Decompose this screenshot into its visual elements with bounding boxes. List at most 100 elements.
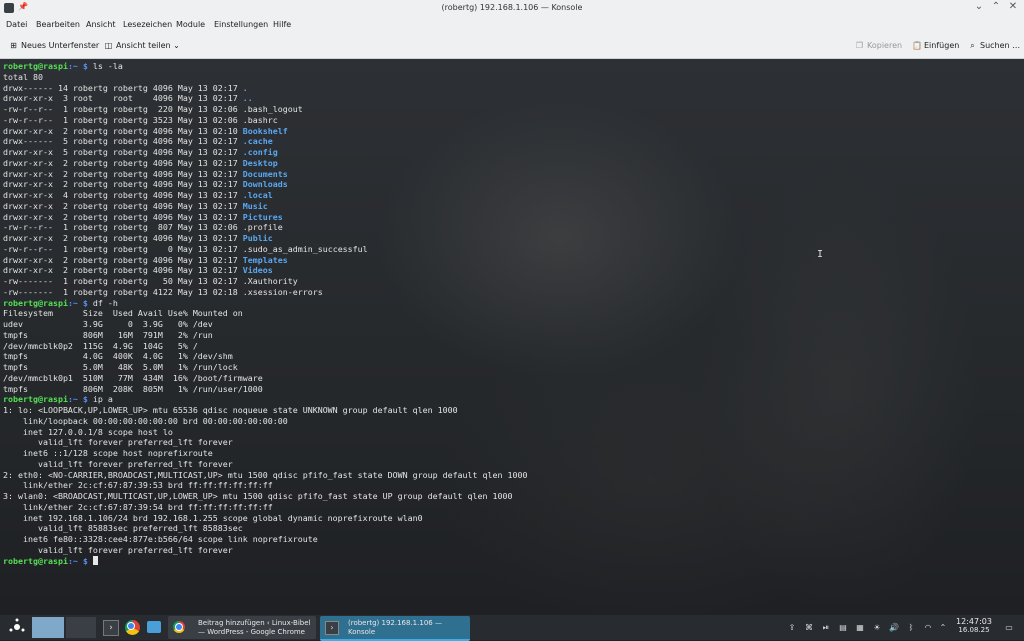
df-line: udev 3.9G 0 3.9G 0% /dev [3, 319, 213, 329]
clock[interactable]: 12:47:03 16.08.25 [950, 617, 998, 634]
bluetooth-icon[interactable]: ᛒ [906, 623, 916, 632]
ls-row-name: .sudo_as_admin_successful [242, 243, 368, 254]
new-tab-button[interactable]: ⊞ Neues Unterfenster [9, 41, 99, 50]
volume-icon[interactable]: 🔊 [889, 623, 899, 632]
ip-line: valid_lft forever preferred_lft forever [3, 458, 233, 469]
ip-line: inet 127.0.0.1/8 scope host lo [3, 426, 173, 437]
split-view-button[interactable]: ◫ Ansicht teilen ⌄ [104, 41, 180, 50]
chrome-launcher[interactable] [124, 617, 140, 638]
ls-row-meta: drwxr-xr-x 3 root root 4096 May 13 02:17 [3, 93, 243, 104]
ls-row-meta: drwxr-xr-x 2 robertg robertg 4096 May 13… [3, 211, 243, 222]
ls-row: drwxr-xr-x 2 robertg robertg 4096 May 13… [3, 233, 273, 243]
ls-row-meta: drwx------ 14 robertg robertg 4096 May 1… [3, 82, 243, 93]
ip-line: inet6 fe80::3328:cee4:877e:b566/64 scope… [3, 534, 318, 544]
df-output: Filesystem Size Used Avail Use% Mounted … [3, 308, 263, 393]
kde-launcher-icon [9, 618, 25, 632]
taskbar: › Beitrag hinzufügen ‹ Linux-Bibel — Wor… [0, 615, 1024, 641]
ls-row-name: Downloads [242, 179, 288, 190]
updates-icon[interactable]: ⇪ [787, 623, 797, 632]
menu-einstellungen[interactable]: Einstellungen [214, 20, 268, 29]
ls-row-name: Videos [242, 265, 273, 276]
ls-row-meta: drwxr-xr-x 2 robertg robertg 4096 May 13… [3, 233, 243, 243]
ls-row: -rw-r--r-- 1 robertg robertg 807 May 13 … [3, 222, 283, 232]
close-icon[interactable]: ✕ [1006, 1, 1020, 12]
chrome-icon [173, 621, 185, 633]
file-manager-launcher[interactable] [146, 617, 162, 638]
clock-time: 12:47:03 [956, 617, 992, 626]
ls-row: drwxr-xr-x 2 robertg robertg 4096 May 13… [3, 179, 288, 189]
ls-row: drwxr-xr-x 5 robertg robertg 4096 May 13… [3, 147, 278, 157]
task-konsole-active[interactable]: › (robertg) 192.168.1.106 — Konsole [320, 616, 470, 641]
terminal-output: robertg@raspi:~ $ ls -la total 80 drwx--… [3, 61, 528, 566]
df-line: Filesystem Size Used Avail Use% Mounted … [3, 308, 243, 319]
chevron-down-icon: ⌄ [173, 41, 180, 50]
ls-row-meta: -rw-r--r-- 1 robertg robertg 0 May 13 02… [3, 243, 243, 254]
toolbar: ⊞ Neues Unterfenster ◫ Ansicht teilen ⌄ ❐ K… [0, 32, 1024, 59]
menu-bar: Datei Bearbeiten Ansicht Lesezeichen Mod… [0, 16, 1024, 32]
search-button[interactable]: ⌕ Suchen … [968, 41, 1020, 51]
ls-row-meta: -rw------- 1 robertg robertg 4122 May 13… [3, 286, 243, 297]
show-desktop-icon[interactable]: ▭ [1004, 623, 1014, 632]
paste-button[interactable]: 📋 Einfügen [912, 41, 959, 50]
menu-lesezeichen[interactable]: Lesezeichen [123, 20, 172, 29]
ls-row: drwxr-xr-x 2 robertg robertg 4096 May 13… [3, 212, 283, 222]
ls-row-meta: drwxr-xr-x 2 robertg robertg 4096 May 13… [3, 254, 243, 265]
tray-expand-icon[interactable]: ⌃ [938, 623, 948, 632]
ls-row: drwxr-xr-x 2 robertg robertg 4096 May 13… [3, 255, 288, 265]
ls-row-meta: drwxr-xr-x 2 robertg robertg 4096 May 13… [3, 125, 243, 136]
ls-row-name: . [242, 82, 248, 93]
split-view-icon: ◫ [104, 41, 113, 50]
ls-row-name: .. [242, 93, 253, 104]
app-launcher-button[interactable] [8, 617, 26, 638]
command-ls: ls -la [87, 61, 123, 71]
df-line: /dev/mmcblk0p1 510M 77M 434M 16% /boot/f… [3, 372, 263, 383]
ip-line: link/ether 2c:cf:67:87:39:53 brd ff:ff:f… [3, 480, 273, 491]
new-tab-label: Neues Unterfenster [21, 41, 100, 50]
connect-icon[interactable]: ⌘ [804, 623, 814, 632]
menu-bearbeiten[interactable]: Bearbeiten [36, 20, 80, 29]
ip-line: link/ether 2c:cf:67:87:39:54 brd ff:ff:f… [3, 501, 273, 512]
desktop-pager-2[interactable] [66, 617, 96, 638]
menu-ansicht[interactable]: Ansicht [86, 20, 116, 29]
ls-row-meta: drwxr-xr-x 5 robertg robertg 4096 May 13… [3, 147, 243, 157]
ls-row-meta: drwx------ 5 robertg robertg 4096 May 13… [3, 136, 243, 147]
task-chrome[interactable]: Beitrag hinzufügen ‹ Linux-Bibel — WordP… [168, 616, 316, 639]
ls-row-meta: -rw-r--r-- 1 robertg robertg 220 May 13 … [3, 104, 243, 114]
copy-button[interactable]: ❐ Kopieren [855, 41, 902, 50]
desktop-pager-1[interactable] [32, 617, 64, 638]
menu-datei[interactable]: Datei [6, 20, 27, 29]
task-chrome-subtitle: — WordPress - Google Chrome [198, 628, 305, 636]
ls-row: drwxr-xr-x 2 robertg robertg 4096 May 13… [3, 158, 278, 168]
df-line: /dev/mmcblk0p2 115G 4.9G 104G 5% / [3, 340, 198, 351]
wifi-icon[interactable]: ◠ [923, 623, 933, 632]
maximize-icon[interactable]: ⌃ [989, 1, 1003, 12]
ls-row: -rw------- 1 robertg robertg 50 May 13 0… [3, 276, 298, 286]
ls-row-meta: drwxr-xr-x 2 robertg robertg 4096 May 13… [3, 157, 243, 168]
media-player-icon[interactable]: ⏯ [821, 623, 831, 633]
ls-row-name: Pictures [242, 211, 283, 222]
ip-line: valid_lft forever preferred_lft forever [3, 437, 233, 448]
ls-row-meta: drwxr-xr-x 4 robertg robertg 4096 May 13… [3, 190, 243, 200]
ls-row-name: Desktop [242, 157, 278, 168]
ls-row-name: Bookshelf [242, 125, 288, 136]
ip-output: 1: lo: <LOOPBACK,UP,LOWER_UP> mtu 65536 … [3, 405, 528, 555]
menu-hilfe[interactable]: Hilfe [273, 20, 291, 29]
clipboard-icon[interactable]: ▦ [855, 623, 865, 632]
prompt-4: robertg@raspi:~ $ [3, 555, 88, 566]
ls-row-name: .bashrc [242, 114, 278, 125]
ls-row-meta: -rw-r--r-- 1 robertg robertg 807 May 13 … [3, 222, 243, 233]
chevron-down-icon[interactable]: ⌄ [972, 1, 986, 12]
disks-icon[interactable]: ▤ [838, 623, 848, 632]
menu-module[interactable]: Module [176, 20, 205, 29]
ls-row-name: .local [242, 190, 273, 200]
ls-row-name: Music [242, 200, 268, 211]
brightness-icon[interactable]: ☀ [872, 623, 882, 632]
df-line: tmpfs 806M 16M 791M 2% /run [3, 329, 213, 340]
command-ip: ip a [87, 394, 113, 405]
konsole-launcher[interactable]: › [102, 617, 119, 638]
terminal-view[interactable]: robertg@raspi:~ $ ls -la total 80 drwx--… [0, 59, 1024, 615]
ls-row-meta: drwxr-xr-x 2 robertg robertg 4096 May 13… [3, 179, 243, 190]
ls-row-name: .Xauthority [242, 276, 298, 286]
ls-row-meta: drwxr-xr-x 2 robertg robertg 4096 May 13… [3, 265, 243, 276]
ls-row: drwxr-xr-x 2 robertg robertg 4096 May 13… [3, 265, 273, 275]
